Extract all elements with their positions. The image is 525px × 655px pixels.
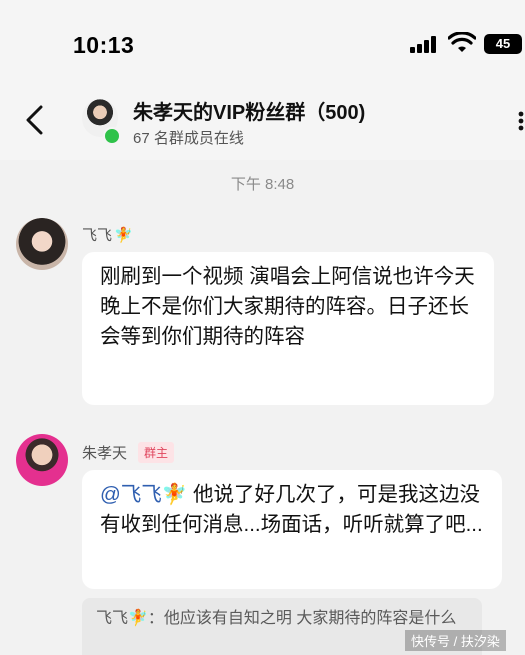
battery-icon: 45 xyxy=(484,34,522,54)
wifi-icon xyxy=(448,32,476,52)
sender-avatar[interactable] xyxy=(16,434,68,486)
more-options-icon[interactable] xyxy=(512,110,525,132)
message-timestamp: 下午 8:48 xyxy=(230,176,295,193)
sender-name[interactable]: 飞飞 🧚 xyxy=(82,224,133,245)
fairy-emoji-icon: 🧚 xyxy=(114,227,133,244)
cellular-signal-icon xyxy=(410,36,440,53)
online-member-count: 67 名群成员在线 xyxy=(133,130,244,147)
group-owner-badge: 群主 xyxy=(138,442,175,463)
clock: 10:13 xyxy=(73,32,135,58)
message-bubble[interactable]: @飞飞🧚 他说了好几次了，可是我这边没有收到任何消息...场面话，听听就算了吧.… xyxy=(82,470,502,589)
status-bar: 10:13 45 xyxy=(0,0,525,82)
sender-avatar[interactable] xyxy=(16,218,68,270)
sender-name[interactable]: 朱孝天 xyxy=(82,442,127,463)
online-status-dot xyxy=(103,127,121,145)
group-title[interactable]: 朱孝天的VIP粉丝群（500) xyxy=(133,96,365,125)
chat-header: 朱孝天的VIP粉丝群（500) 67 名群成员在线 xyxy=(0,82,525,160)
message-bubble[interactable]: 刚刷到一个视频 演唱会上阿信说也许今天晚上不是你们大家期待的阵容。日子还长 会等… xyxy=(82,252,494,405)
watermark: 快传号 / 扶汐染 xyxy=(405,630,506,651)
back-arrow-icon[interactable] xyxy=(22,104,48,136)
mention-link[interactable]: @飞飞🧚 xyxy=(100,483,187,506)
sender-name-text: 飞飞 xyxy=(82,227,113,244)
